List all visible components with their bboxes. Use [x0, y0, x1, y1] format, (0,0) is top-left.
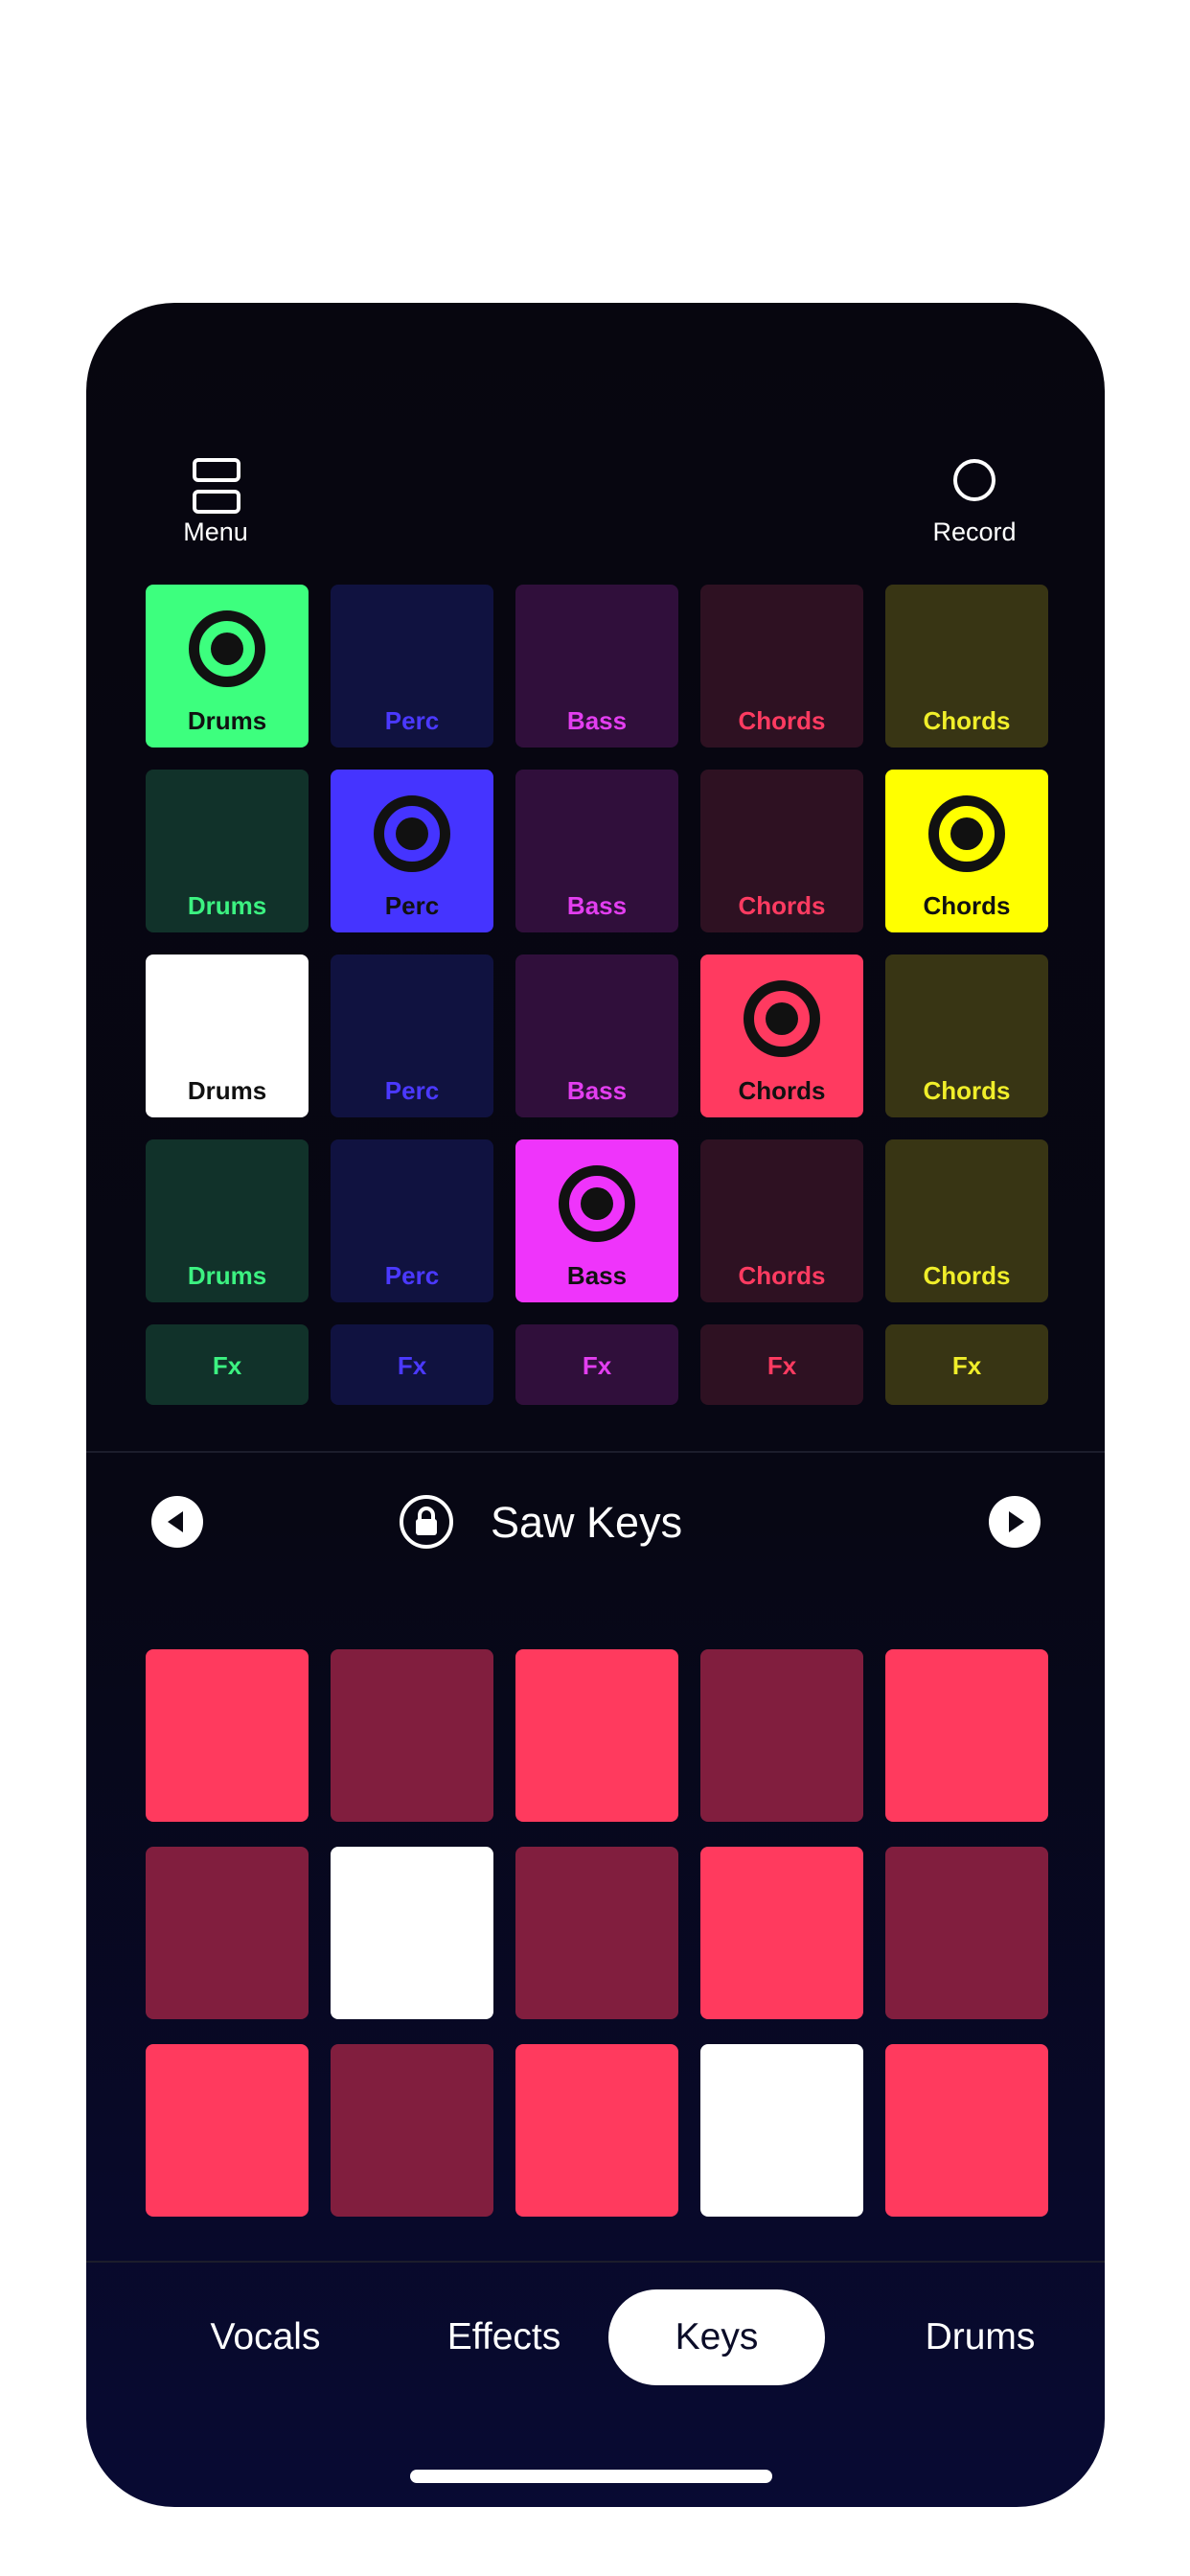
loop-pad-label: Bass	[566, 891, 628, 920]
playing-indicator-icon	[928, 795, 1005, 872]
record-button[interactable]: Record	[898, 303, 1051, 546]
arrow-left-icon	[168, 1511, 183, 1532]
fx-pad[interactable]: Fx	[515, 1324, 678, 1405]
tab-drums[interactable]: Drums	[860, 2289, 1100, 2385]
loop-pad-label: Perc	[384, 1076, 440, 1105]
fx-pad[interactable]: Fx	[885, 1324, 1048, 1405]
loop-pad-label: Chords	[923, 1076, 1011, 1105]
loop-pad[interactable]: Perc	[331, 585, 493, 748]
playing-indicator-icon	[374, 795, 450, 872]
menu-icon	[193, 458, 240, 521]
loop-pad[interactable]: Chords	[885, 770, 1048, 932]
home-indicator	[410, 2470, 772, 2483]
loop-pad[interactable]: Perc	[331, 770, 493, 932]
loop-pad-label: Chords	[738, 1261, 826, 1290]
loop-pad[interactable]: Bass	[515, 770, 678, 932]
loop-pad[interactable]: Chords	[700, 585, 863, 748]
loop-pad[interactable]: Drums	[146, 585, 309, 748]
loop-pad[interactable]: Chords	[885, 1139, 1048, 1302]
key-pad[interactable]	[515, 1649, 678, 1822]
key-pad[interactable]	[515, 1847, 678, 2019]
loop-pad[interactable]: Chords	[885, 585, 1048, 748]
loop-pad-label: Chords	[923, 891, 1011, 920]
loop-pad-label: Bass	[566, 1076, 628, 1105]
phone-screen: Menu Record Drums Perc Bass Chords Chords Dru…	[86, 303, 1105, 2507]
loop-pad[interactable]: Chords	[700, 954, 863, 1117]
key-pad[interactable]	[331, 1847, 493, 2019]
loop-pad-label: Drums	[187, 706, 267, 735]
key-pad[interactable]	[700, 1847, 863, 2019]
key-pad[interactable]	[700, 2044, 863, 2217]
record-label: Record	[932, 518, 1017, 546]
record-icon	[953, 459, 995, 501]
arrow-right-icon	[1009, 1511, 1024, 1532]
key-pad[interactable]	[331, 2044, 493, 2217]
loop-pad-label: Chords	[923, 1261, 1011, 1290]
fx-pad-label: Fx	[397, 1351, 427, 1380]
loop-pad-label: Chords	[738, 1076, 826, 1105]
section-divider	[86, 1451, 1105, 1453]
playing-indicator-icon	[189, 610, 265, 687]
key-pad[interactable]	[515, 2044, 678, 2217]
loop-pad[interactable]: Chords	[885, 954, 1048, 1117]
fx-pad[interactable]: Fx	[146, 1324, 309, 1405]
tabbar-divider	[86, 2261, 1105, 2263]
lock-icon[interactable]	[399, 1494, 454, 1550]
fx-pad-label: Fx	[212, 1351, 242, 1380]
preset-name: Saw Keys	[491, 1498, 683, 1547]
key-pad[interactable]	[885, 1649, 1048, 1822]
loop-pad-label: Perc	[384, 1261, 440, 1290]
loop-pad[interactable]: Drums	[146, 770, 309, 932]
loop-pad-label: Chords	[738, 706, 826, 735]
loop-pad-label: Bass	[566, 706, 628, 735]
loop-pad[interactable]: Drums	[146, 1139, 309, 1302]
loop-pad-label: Chords	[923, 706, 1011, 735]
key-pad[interactable]	[700, 1649, 863, 1822]
loop-pad[interactable]: Chords	[700, 1139, 863, 1302]
playing-indicator-icon	[744, 980, 820, 1057]
fx-pad-label: Fx	[951, 1351, 982, 1380]
instrument-tab-bar: Vocals Effects Keys Drums	[86, 2289, 1105, 2385]
loop-pad[interactable]: Bass	[515, 1139, 678, 1302]
key-pad[interactable]	[885, 1847, 1048, 2019]
loop-pad-label: Bass	[566, 1261, 628, 1290]
loop-pad[interactable]: Bass	[515, 954, 678, 1117]
loop-pad-label: Perc	[384, 706, 440, 735]
loop-pad[interactable]: Perc	[331, 954, 493, 1117]
loop-pad-label: Drums	[187, 1076, 267, 1105]
tab-effects[interactable]: Effects	[384, 2289, 624, 2385]
fx-pad-label: Fx	[767, 1351, 797, 1380]
fx-pad[interactable]: Fx	[700, 1324, 863, 1405]
loop-pad-label: Perc	[384, 891, 440, 920]
loop-pad[interactable]: Bass	[515, 585, 678, 748]
loop-pad-label: Chords	[738, 891, 826, 920]
fx-pad[interactable]: Fx	[331, 1324, 493, 1405]
loop-pad[interactable]: Chords	[700, 770, 863, 932]
tab-keys[interactable]: Keys	[608, 2289, 825, 2385]
loop-pad[interactable]: Perc	[331, 1139, 493, 1302]
previous-preset-button[interactable]	[151, 1496, 203, 1548]
loop-pad[interactable]: Drums	[146, 954, 309, 1117]
playing-indicator-icon	[559, 1165, 635, 1242]
key-pad[interactable]	[146, 1847, 309, 2019]
tab-vocals[interactable]: Vocals	[146, 2289, 385, 2385]
loop-pad-label: Drums	[187, 891, 267, 920]
loop-pad-label: Drums	[187, 1261, 267, 1290]
key-pad[interactable]	[146, 2044, 309, 2217]
menu-label: Menu	[183, 518, 248, 546]
key-pad[interactable]	[885, 2044, 1048, 2217]
fx-pad-label: Fx	[582, 1351, 612, 1380]
key-pad[interactable]	[331, 1649, 493, 1822]
key-pad[interactable]	[146, 1649, 309, 1822]
next-preset-button[interactable]	[989, 1496, 1041, 1548]
menu-button[interactable]: Menu	[139, 303, 292, 546]
